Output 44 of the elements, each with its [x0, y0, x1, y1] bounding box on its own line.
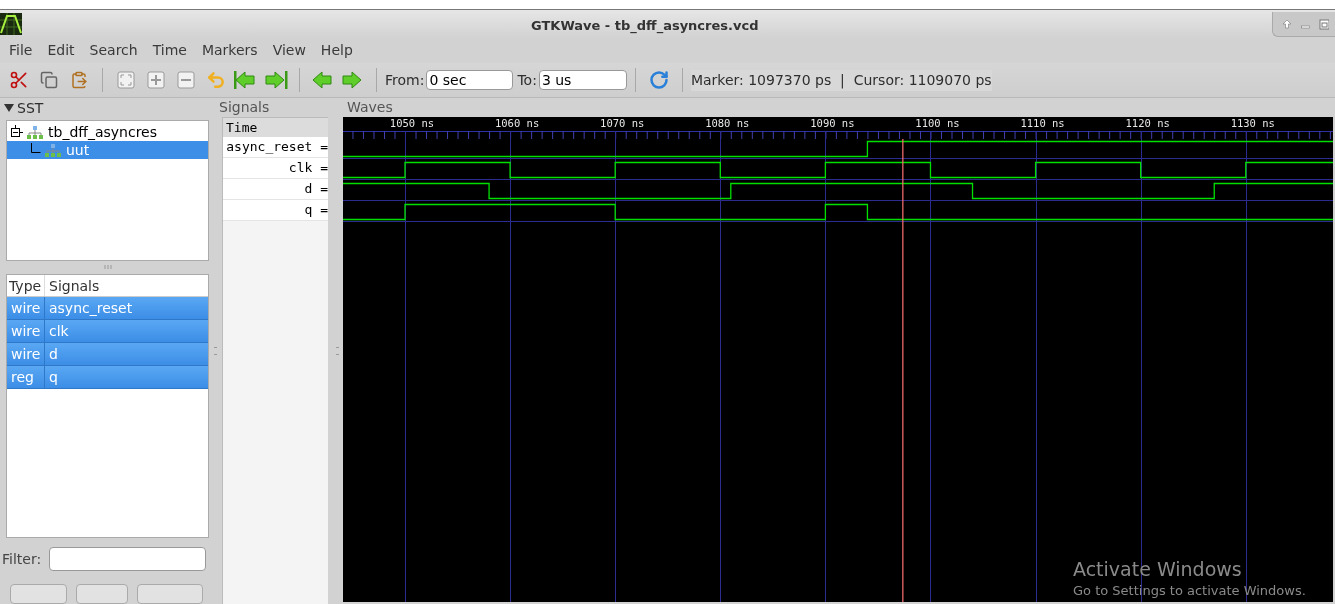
column-header[interactable]: Signals: [45, 274, 208, 296]
signal-cell-text: async_reset: [48, 298, 134, 318]
menu-item[interactable]: Time: [152, 40, 187, 61]
from-label: From:: [385, 70, 425, 90]
menu-item[interactable]: View: [272, 40, 306, 61]
signal-cell-text: clk: [48, 321, 70, 341]
filter-label: Filter:: [2, 549, 43, 569]
to-field[interactable]: 3 us: [538, 70, 627, 90]
time-label: 1060 ns: [494, 117, 540, 129]
to-label: To:: [517, 70, 537, 90]
panel-title: Waves: [346, 98, 394, 117]
type-cell: reg: [7, 365, 45, 388]
signal-cell-text: q: [48, 367, 59, 387]
signal-name[interactable]: q =: [223, 200, 328, 221]
type-cell: wire: [7, 296, 45, 319]
marker-status: Marker: 1097370 ps | Cursor: 1109070 ps: [690, 69, 992, 91]
menu-item[interactable]: Help: [320, 40, 353, 61]
time-label: 1050 ns: [389, 117, 435, 129]
tree-item[interactable]: tb_dff_asyncres: [7, 123, 208, 141]
column-header[interactable]: Type: [7, 274, 45, 296]
signal-name[interactable]: clk =: [223, 158, 328, 179]
window-title: GTKWave - tb_dff_asyncres.vcd: [531, 17, 759, 36]
time-label: 1120 ns: [1125, 117, 1170, 129]
signal-cell-text: d: [48, 344, 59, 364]
menu-item[interactable]: File: [9, 40, 33, 61]
time-label: 1100 ns: [915, 117, 960, 129]
menu-item[interactable]: Search: [89, 40, 138, 61]
time-label: 1070 ns: [600, 117, 645, 129]
tree-label: uut: [66, 143, 90, 157]
type-cell: wire: [7, 342, 45, 365]
panel-title: Signals: [218, 98, 271, 117]
type-cell: wire: [7, 319, 45, 342]
menu-item[interactable]: Edit: [47, 40, 75, 61]
time-header: Time: [223, 118, 328, 137]
signal-name[interactable]: async_reset =: [223, 137, 328, 158]
menu-item[interactable]: Markers: [201, 40, 258, 61]
time-label: 1110 ns: [1020, 117, 1065, 129]
panel-title: SST: [17, 98, 44, 118]
tree-label: tb_dff_asyncres: [48, 125, 157, 139]
time-label: 1130 ns: [1230, 117, 1275, 129]
from-field[interactable]: 0 sec: [426, 70, 514, 90]
time-label: 1090 ns: [810, 117, 855, 129]
time-label: 1080 ns: [705, 117, 750, 129]
signal-name[interactable]: d =: [223, 179, 328, 200]
